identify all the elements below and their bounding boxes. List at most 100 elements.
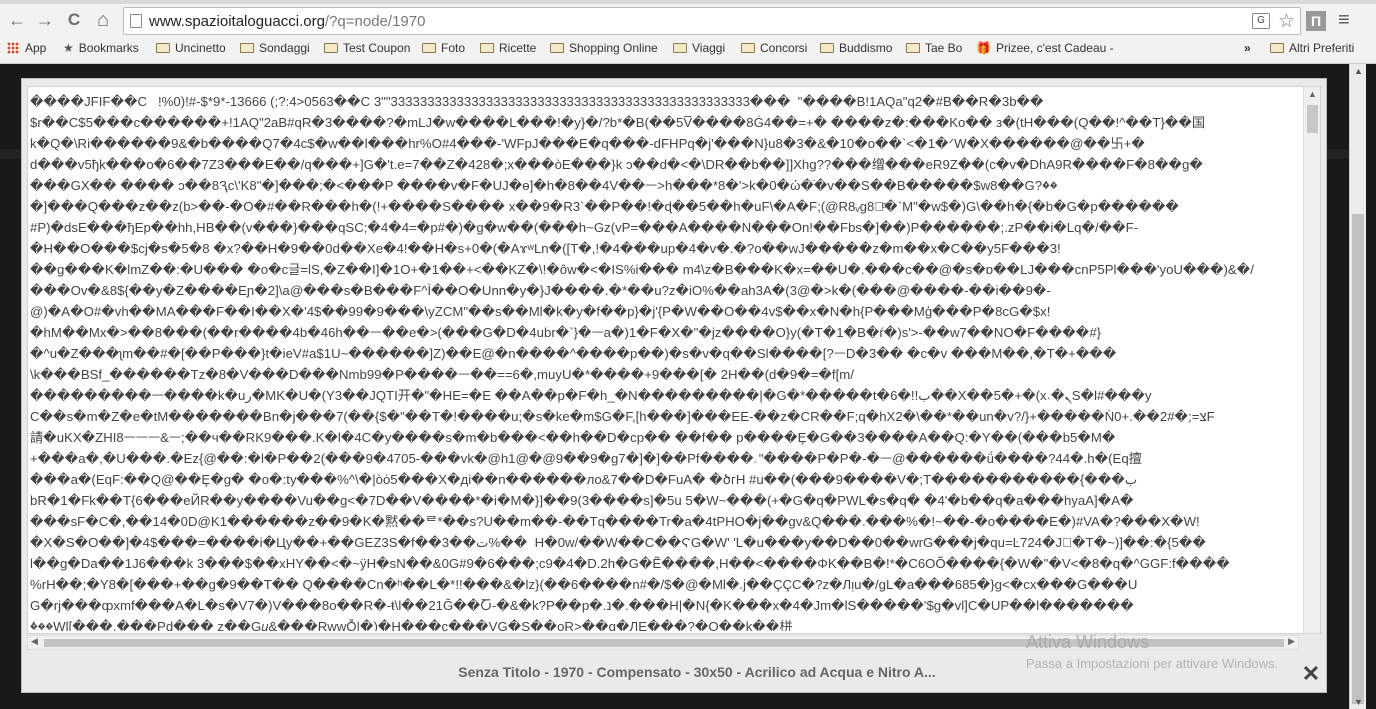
bookmarks-overflow-chevron[interactable]: »: [1244, 41, 1251, 55]
garbled-text-line: $r��C$5���c������+!1AQ"2aB#qR�3����?�mLJ…: [30, 115, 1206, 130]
extension-icon[interactable]: Π: [1306, 11, 1326, 31]
garbled-text-line: \k���BSf_������Tz�8�V���D���Nmb99�P����ᅳ…: [30, 367, 854, 382]
scroll-right-arrow-icon[interactable]: ▶: [1288, 636, 1295, 647]
bookmark-label: Uncinetto: [175, 41, 226, 55]
garbled-text-line: k�Q�\Ri������9&�b����Q7�4c$�w��l���hr%O#…: [30, 136, 1145, 151]
page-icon: [130, 14, 142, 28]
bookmark-bookmarks[interactable]: ★ Bookmarks: [63, 41, 139, 55]
garbled-text-line: ��g���K�lmZ��:�U��� �o�c글=lS,�Z��I]�1O+�…: [30, 262, 1254, 277]
scroll-up-arrow-icon[interactable]: ▲: [1308, 89, 1317, 99]
garbled-text-line: ���Ov�&8${��y�Z����Eɲ�2]\a@���s�B���F^Ì�…: [30, 283, 1051, 298]
translate-icon[interactable]: G: [1252, 13, 1270, 29]
garbled-text-line: �X�S�O��]�4$���=����i�Цy��+��GEZ3S�f��3�…: [30, 535, 1206, 550]
browser-chrome: ← → C ⌂ www.spazioitaloguacci.org/?q=nod…: [0, 0, 1376, 64]
url-text[interactable]: www.spazioitaloguacci.org/?q=node/1970: [149, 13, 425, 30]
close-button[interactable]: ✕: [1300, 663, 1322, 685]
bookmark-folder-uncinetto[interactable]: Uncinetto: [156, 41, 226, 55]
bookmark-folder-sondaggi[interactable]: Sondaggi: [240, 41, 310, 55]
browser-toolbar: ← → C ⌂ www.spazioitaloguacci.org/?q=nod…: [0, 6, 1376, 36]
garbled-text-line: ���sF�C�,��14�0D@K1������z��9�K�黙��ᄅ*��s…: [30, 514, 1200, 529]
garbled-text-line: �]���Q���z��z(b>��-�O�#��R���h�(!+����S�…: [30, 199, 1179, 214]
bookmark-apps[interactable]: App: [7, 41, 46, 55]
bookmark-folder-test-coupon[interactable]: Test Coupon: [324, 41, 410, 55]
folder-icon: [741, 43, 755, 53]
scroll-left-arrow-icon[interactable]: ◀: [31, 636, 38, 647]
address-bar[interactable]: www.spazioitaloguacci.org/?q=node/1970 G…: [123, 7, 1301, 35]
folder-icon: [673, 43, 687, 53]
folder-icon: [1270, 43, 1284, 53]
bookmark-folder-buddismo[interactable]: Buddismo: [820, 41, 892, 55]
browser-menu-icon[interactable]: ≡: [1338, 9, 1350, 32]
back-button[interactable]: ←: [5, 8, 29, 32]
url-host: www.spazioitaloguacci.org: [149, 13, 325, 30]
bookmark-folder-other[interactable]: Altri Preferiti: [1270, 41, 1354, 55]
folder-icon: [422, 43, 436, 53]
bookmark-label: Sondaggi: [259, 41, 310, 55]
bookmarks-bar: App ★ Bookmarks Uncinetto Sondaggi Test C…: [0, 38, 1376, 60]
folder-icon: [820, 43, 834, 53]
garbled-text-line: G�rj���ȹxmf���A�L�s�V7�)V���8o��R�-ŧ\l��…: [30, 598, 1134, 613]
garbled-text-line: ����JFIF��C !%0)!#-$*9*-13666 (;?:4>0563…: [30, 94, 1044, 109]
content-vertical-scrollbar[interactable]: ▲: [1303, 87, 1320, 633]
bookmark-label: Tae Bo: [925, 41, 963, 55]
bookmark-label: Concorsi: [760, 41, 808, 55]
bookmark-apps-label: App: [25, 41, 47, 55]
bookmark-label: Foto: [441, 41, 466, 55]
lightbox-content-frame: ����JFIF��C !%0)!#-$*9*-13666 (;?:4>0563…: [27, 86, 1321, 634]
bookmark-folder-foto[interactable]: Foto: [422, 41, 465, 55]
bookmark-label: Altri Preferiti: [1289, 41, 1355, 55]
bookmark-folder-viaggi[interactable]: Viaggi: [673, 41, 725, 55]
bookmark-folder-ricette[interactable]: Ricette: [480, 41, 536, 55]
bookmark-prizee[interactable]: 🎁 Prizee, c'est Cadeau -: [976, 41, 1114, 55]
folder-icon: [156, 43, 170, 53]
folder-icon: [324, 43, 338, 53]
garbled-text-line: bR�1�Fk��T{6���eЙR��y����Vu��g<�7D��V���…: [30, 493, 1134, 508]
scroll-up-arrow-icon[interactable]: ▲: [1354, 66, 1363, 76]
folder-icon: [240, 43, 254, 53]
content-horizontal-scrollbar-thumb[interactable]: [44, 639, 1284, 647]
garbled-text-line: �ۨ��Wl[���,���Pd��� z��G𝑢&���RwwỖ|�)�H��…: [30, 619, 793, 631]
bookmark-label: Ricette: [499, 41, 537, 55]
garbled-text-line: C��s�m�Z�e�tM�������Bn�j���7(��{$�"��T�!…: [30, 409, 1215, 424]
garbled-text-line: ���GX�� ���� ͻ��8Ԇc\'K8"�]���;�<���P ���…: [30, 178, 1058, 193]
bookmark-folder-tae-bo[interactable]: Tae Bo: [906, 41, 962, 55]
garbled-text-line: �H��O���$cj�s�5�8 �x?��H�9��0d��Xe�4!��H…: [30, 241, 1061, 256]
reload-button[interactable]: C: [62, 8, 86, 32]
bookmark-label: Test Coupon: [343, 41, 411, 55]
bookmark-label: Viaggi: [692, 41, 726, 55]
url-path: /?q=node/1970: [324, 13, 426, 30]
bookmark-label: Bookmarks: [78, 41, 139, 55]
garbled-image-data-text: ����JFIF��C !%0)!#-$*9*-13666 (;?:4>0563…: [30, 91, 1310, 631]
garbled-text-line: ���a�(EqF:��Q@��Ȩ�g� �o�:ty���%^\�|òȯ5��…: [30, 472, 1138, 487]
page-scrollbar[interactable]: ▲ ▼: [1349, 64, 1366, 709]
garbled-text-line: %rH��;�Y8�[���+��g�9��T�� Q����Cn�ʰ��L�*…: [30, 577, 1138, 592]
garbled-text-line: #P)�dsE���ђEp��hh,HB��(v���}���qSC;�4�4=…: [30, 220, 1139, 235]
content-vertical-scrollbar-thumb[interactable]: [1307, 105, 1318, 133]
bookmark-star-icon[interactable]: ☆: [1278, 10, 1295, 33]
garbled-text-line: �hM��Mx�>��8���(��r����4b�46h��ᅳ��e�>(��…: [30, 325, 1102, 340]
home-button[interactable]: ⌂: [91, 8, 115, 32]
folder-icon: [906, 43, 920, 53]
bookmark-label: Shopping Online: [569, 41, 658, 55]
bookmark-folder-shopping-online[interactable]: Shopping Online: [550, 41, 658, 55]
bookmark-label: Buddismo: [839, 41, 893, 55]
folder-icon: [550, 43, 564, 53]
garbled-text-line: l��g�Da��1J6���k 3���$��xΗY��<�~ÿH�sN��&…: [30, 556, 1230, 571]
gift-icon: 🎁: [976, 41, 991, 55]
apps-grid-icon: [7, 42, 19, 54]
lightbox-caption: Senza Titolo - 1970 - Compensato - 30x50…: [458, 664, 936, 680]
tab-strip: [0, 0, 1376, 4]
star-icon: ★: [63, 41, 74, 55]
garbled-text-line: @)�A�O#�vh��MA���F��I��X�'4$��99�9���\yZ…: [30, 304, 1051, 319]
page-scrollbar-thumb[interactable]: [1352, 214, 1364, 704]
folder-icon: [480, 43, 494, 53]
bookmark-label: Prizee, c'est Cadeau -: [995, 41, 1114, 55]
garbled-text-line: 請�uKX�ZHI8ᅳᅳᅳ&ᅳ;��ч��RK9���.K�l�4C�y����…: [30, 430, 1116, 445]
forward-button[interactable]: →: [33, 8, 57, 32]
bookmark-folder-concorsi[interactable]: Concorsi: [741, 41, 807, 55]
scroll-down-arrow-icon[interactable]: ▼: [1354, 697, 1363, 707]
garbled-text-line: �^u�Z���ʅm��#�[��P���}t�ieV#a$1U~������]…: [30, 346, 1117, 361]
lightbox-dialog: ����JFIF��C !%0)!#-$*9*-13666 (;?:4>0563…: [21, 78, 1327, 693]
content-horizontal-scrollbar[interactable]: ◀ ▶: [27, 635, 1299, 650]
garbled-text-line: +���a�,�U���.�Ez{@��:�l�P��2(���9�4705-�…: [30, 451, 1142, 466]
